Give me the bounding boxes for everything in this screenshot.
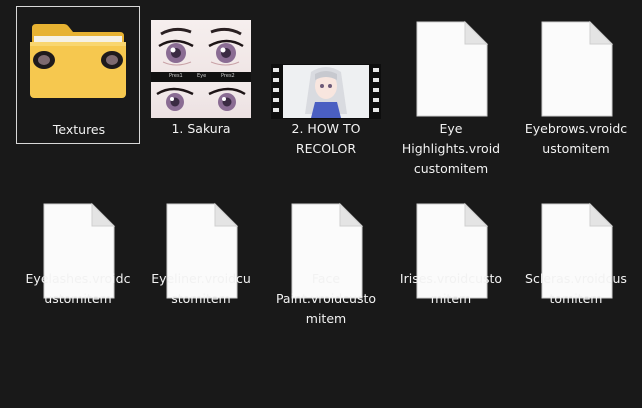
file-item-textures[interactable]: Textures	[16, 6, 140, 144]
caption-text: Pres2	[221, 73, 235, 79]
image-thumbnail: Pres1 Eye Pres2	[151, 20, 251, 118]
file-name: Eyelashes.vroidc ustomitem	[25, 271, 131, 306]
file-item-eyebrows[interactable]: Eyebrows.vroidc ustomitem	[514, 6, 638, 166]
caption-band: Pres1 Eye Pres2	[151, 72, 251, 82]
caption-text: Pres1	[169, 73, 183, 79]
file-name: 1. Sakura	[171, 121, 231, 136]
file-name: Face Paint.vroidcusto mitem	[275, 271, 377, 326]
file-name: 2. HOW TO RECOLOR	[291, 121, 361, 156]
file-item-eyeliner[interactable]: Eyeliner.vroidcu stomitem	[139, 188, 263, 348]
file-item-eyelashes[interactable]: Eyelashes.vroidc ustomitem	[16, 188, 140, 348]
file-name: Eyebrows.vroidc ustomitem	[524, 121, 628, 156]
file-explorer-view: Textures Pres1 Eye Pres2 1. Sakura 2. HO…	[0, 0, 642, 408]
document-icon	[538, 20, 614, 118]
file-item-scleras[interactable]: Scleras.vroidcus tomitem	[514, 188, 638, 348]
file-item-irises[interactable]: Irises.vroidcusto mitem	[389, 188, 513, 348]
file-item-sakura[interactable]: Pres1 Eye Pres2 1. Sakura	[139, 6, 263, 144]
video-thumbnail	[271, 64, 381, 119]
caption-text: Eye	[197, 73, 207, 79]
eye-art-top	[151, 20, 251, 72]
file-item-face-paint[interactable]: Face Paint.vroidcusto mitem	[264, 188, 388, 368]
eye-art-bottom	[151, 82, 251, 118]
file-name: Scleras.vroidcus tomitem	[525, 271, 627, 306]
file-name: Textures	[52, 122, 106, 137]
file-item-eye-highlights[interactable]: Eye Highlights.vroid customitem	[389, 6, 513, 186]
file-name: Eye Highlights.vroid customitem	[401, 121, 501, 176]
folder-icon	[28, 22, 128, 100]
document-icon	[413, 20, 489, 118]
file-name: Eyeliner.vroidcu stomitem	[151, 271, 251, 306]
file-item-how-to-recolor[interactable]: 2. HOW TO RECOLOR	[264, 6, 388, 166]
file-name: Irises.vroidcusto mitem	[399, 271, 503, 306]
